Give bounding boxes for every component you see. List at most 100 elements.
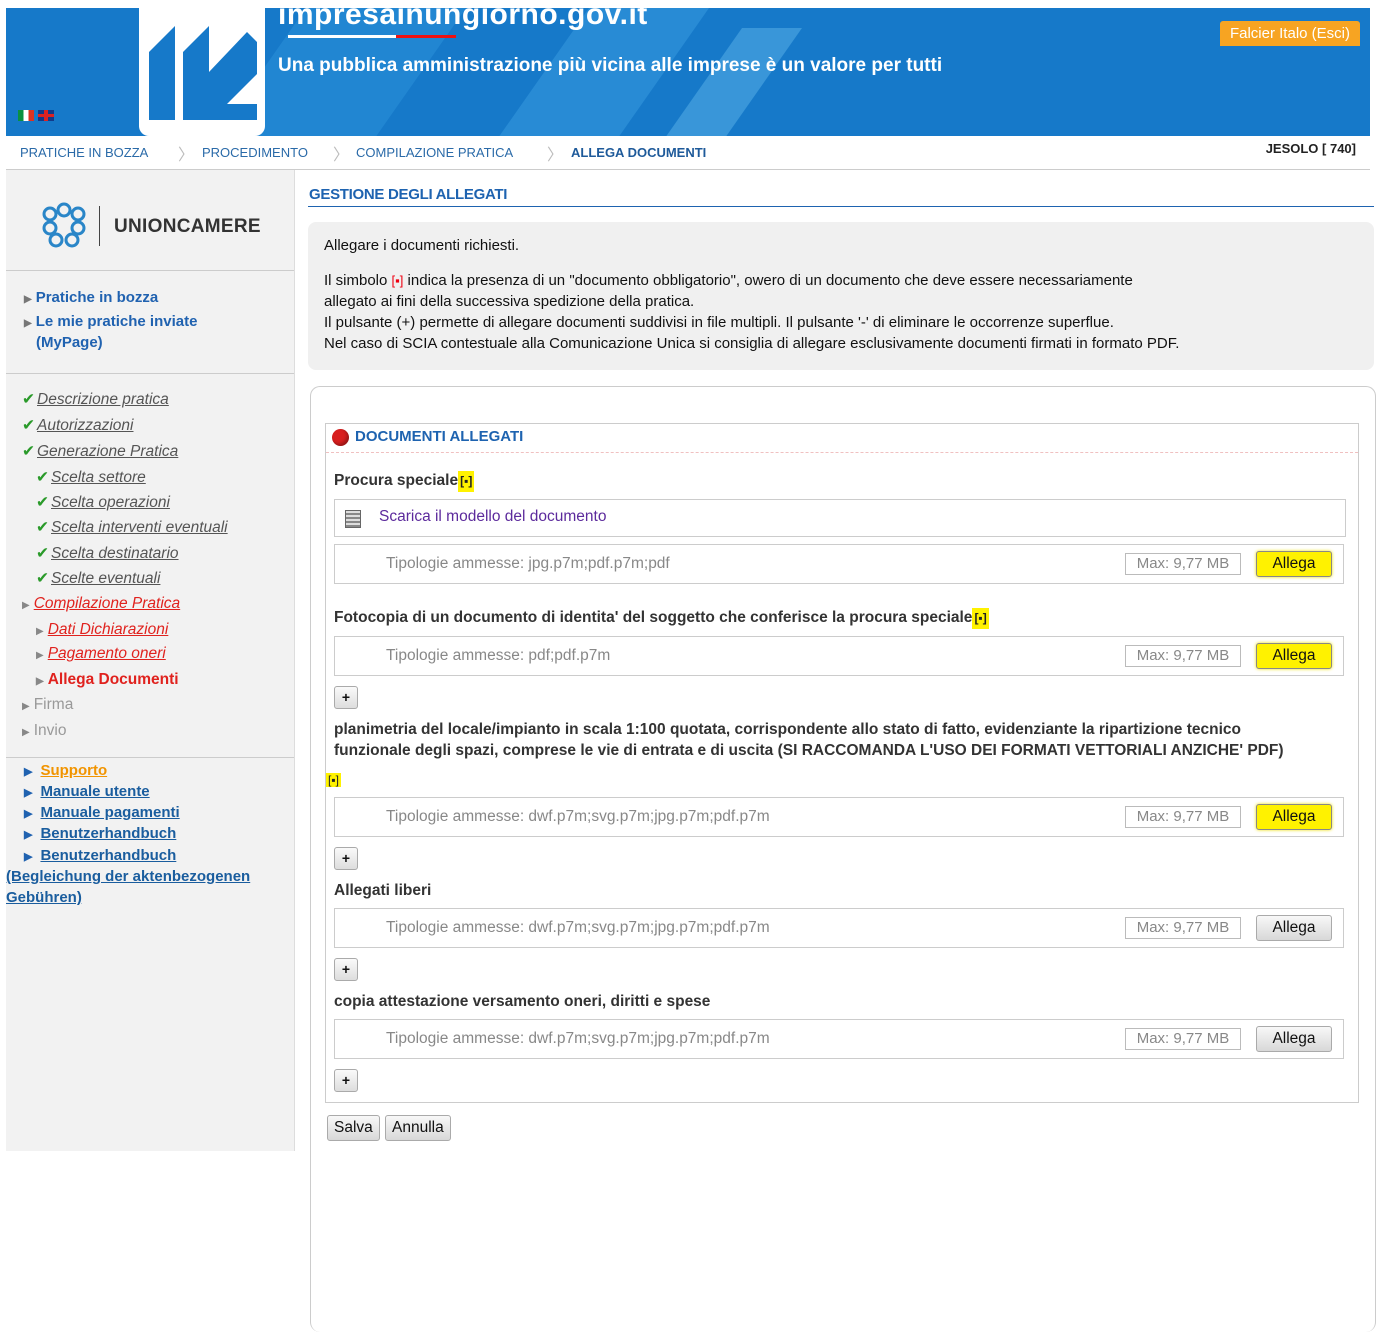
attach-button[interactable]: Allega (1256, 804, 1332, 830)
english-flag-icon[interactable] (38, 110, 54, 121)
attach-button[interactable]: Allega (1256, 1026, 1332, 1052)
required-symbol-icon: [▪] (391, 273, 404, 288)
arrow-right-icon: ▶ (24, 787, 33, 799)
checkmark-icon: ✔ (36, 519, 49, 536)
max-size-field: Max: 9,77 MB (1125, 645, 1241, 667)
arrow-right-icon: ▶ (24, 766, 33, 778)
location-label: JESOLO [ 740] (1265, 141, 1356, 156)
step-scelta-operazioni[interactable]: ✔ Scelta operazioni (36, 493, 170, 512)
required-symbol-icon: [▪] (458, 471, 475, 492)
breadcrumb-allega-documenti: ALLEGA DOCUMENTI (571, 145, 707, 160)
sidebar: UNIONCAMERE ▶ Pratiche in bozza ▶ Le mie p… (6, 170, 295, 1151)
site-header: impresainungiorno.gov.it Una pubblica am… (6, 8, 1370, 136)
link-benutzerhandbuch-gebuehren-line2[interactable]: (Begleichung der aktenbezogenen (6, 866, 250, 887)
add-file-button[interactable]: + (334, 958, 358, 981)
red-dot-icon (332, 429, 349, 446)
site-slogan: Una pubblica amministrazione più vicina … (278, 55, 943, 76)
add-file-button[interactable]: + (334, 847, 358, 870)
arrow-right-icon: ▶ (22, 701, 30, 712)
unioncamere-icon (42, 202, 86, 248)
document-label: Allegati liberi (334, 882, 432, 899)
document-label: copia attestazione versamento oneri, dir… (334, 993, 711, 1010)
unioncamere-label: UNIONCAMERE (114, 216, 261, 237)
step-compilazione-pratica[interactable]: ▶ Compilazione Pratica (22, 595, 180, 613)
add-file-button[interactable]: + (334, 686, 358, 709)
link-benutzerhandbuch[interactable]: ▶ Benutzerhandbuch (24, 823, 176, 846)
add-file-button[interactable]: + (334, 1069, 358, 1092)
link-benutzerhandbuch-gebuehren[interactable]: ▶ Benutzerhandbuch (24, 845, 176, 868)
required-symbol-icon: [▪] (972, 608, 989, 629)
logout-button[interactable]: Falcier Italo (Esci) (1219, 21, 1360, 46)
step-pagamento-oneri[interactable]: ▶ Pagamento oneri (36, 645, 166, 663)
italian-flag-icon[interactable] (18, 110, 34, 121)
info-intro: Allegare i documenti richiesti. (324, 237, 520, 254)
breadcrumb-separator-icon: 〉 (178, 147, 195, 164)
checkmark-icon: ✔ (22, 417, 35, 434)
breadcrumb-pratiche-in-bozza[interactable]: PRATICHE IN BOZZA (20, 145, 148, 160)
allowed-types: Tipologie ammesse: dwf.p7m;svg.p7m;jpg.p… (386, 919, 770, 936)
arrow-right-icon: ▶ (36, 676, 44, 687)
step-scelta-settore[interactable]: ✔ Scelta settore (36, 468, 146, 487)
allowed-types: Tipologie ammesse: pdf;pdf.p7m (386, 647, 611, 664)
max-size-field: Max: 9,77 MB (1125, 553, 1241, 575)
cancel-button[interactable]: Annulla (385, 1115, 451, 1141)
link-benutzerhandbuch-gebuehren-line3[interactable]: Gebühren) (6, 887, 82, 908)
arrow-right-icon: ▶ (36, 650, 44, 661)
page-title: GESTIONE DEGLI ALLEGATI (309, 186, 508, 203)
link-manuale-utente[interactable]: ▶ Manuale utente (24, 781, 150, 804)
file-upload-row: Tipologie ammesse: dwf.p7m;svg.p7m;jpg.p… (334, 908, 1344, 948)
checkmark-icon: ✔ (22, 391, 35, 408)
document-label: Procura speciale [▪] (334, 470, 475, 492)
link-supporto[interactable]: ▶ Supporto (24, 760, 107, 783)
step-dati-dichiarazioni[interactable]: ▶ Dati Dichiarazioni (36, 621, 168, 639)
breadcrumb-separator-icon: 〉 (547, 147, 564, 164)
document-label: Fotocopia di un documento di identita' d… (334, 607, 989, 629)
step-firma: ▶ Firma (22, 696, 74, 713)
document-template-icon (345, 510, 361, 528)
attach-button[interactable]: Allega (1256, 643, 1332, 669)
max-size-field: Max: 9,77 MB (1125, 1028, 1241, 1050)
arrow-right-icon: ▶ (24, 294, 32, 305)
arrow-right-icon: ▶ (24, 808, 33, 820)
checkmark-icon: ✔ (36, 494, 49, 511)
unioncamere-logo: UNIONCAMERE (6, 170, 294, 271)
checkmark-icon: ✔ (36, 545, 49, 562)
allowed-types: Tipologie ammesse: jpg.p7m;pdf.p7m;pdf (386, 555, 670, 572)
checkmark-icon: ✔ (36, 469, 49, 486)
info-text: Il simbolo [▪] indica la presenza di un … (324, 272, 1180, 352)
attachments-panel: DOCUMENTI ALLEGATI Procura speciale [▪] S… (310, 386, 1376, 1332)
arrow-right-icon: ▶ (36, 626, 44, 637)
link-pratiche-inviate[interactable]: ▶ Le mie pratiche inviate (24, 311, 197, 334)
documents-title: DOCUMENTI ALLEGATI (355, 428, 524, 445)
attach-button[interactable]: Allega (1256, 551, 1332, 577)
allowed-types: Tipologie ammesse: dwf.p7m;svg.p7m;jpg.p… (386, 808, 770, 825)
step-scelta-destinatario[interactable]: ✔ Scelta destinatario (36, 544, 179, 563)
site-title: impresainungiorno.gov.it (278, 8, 648, 31)
breadcrumb: PRATICHE IN BOZZA 〉 PROCEDIMENTO 〉 COMPI… (6, 136, 1370, 170)
impresa-logo[interactable] (139, 8, 265, 136)
procedure-steps: ✔ Descrizione pratica ✔ Autorizzazioni ✔ Ge… (6, 374, 294, 758)
link-pratiche-in-bozza[interactable]: ▶ Pratiche in bozza (24, 287, 158, 310)
breadcrumb-compilazione-pratica[interactable]: COMPILAZIONE PRATICA (356, 145, 513, 160)
breadcrumb-procedimento[interactable]: PROCEDIMENTO (202, 145, 308, 160)
file-upload-row: Tipologie ammesse: dwf.p7m;svg.p7m;jpg.p… (334, 1019, 1344, 1059)
file-upload-row: Tipologie ammesse: jpg.p7m;pdf.p7m;pdf M… (334, 544, 1344, 584)
file-upload-row: Tipologie ammesse: pdf;pdf.p7m Max: 9,77… (334, 636, 1344, 676)
link-mypage[interactable]: (MyPage) (36, 332, 103, 353)
attach-button[interactable]: Allega (1256, 915, 1332, 941)
step-allega-documenti: ▶ Allega Documenti (36, 671, 179, 688)
arrow-right-icon: ▶ (24, 829, 33, 841)
arrow-right-icon: ▶ (22, 727, 30, 738)
arrow-right-icon: ▶ (24, 851, 33, 863)
checkmark-icon: ✔ (36, 570, 49, 587)
link-manuale-pagamenti[interactable]: ▶ Manuale pagamenti (24, 802, 180, 825)
step-descrizione-pratica[interactable]: ✔ Descrizione pratica (22, 390, 169, 409)
step-generazione-pratica[interactable]: ✔ Generazione Pratica (22, 442, 178, 461)
save-button[interactable]: Salva (327, 1115, 380, 1141)
step-autorizzazioni[interactable]: ✔ Autorizzazioni (22, 416, 134, 435)
download-template-link[interactable]: Scarica il modello del documento (334, 499, 1346, 537)
document-label: planimetria del locale/impianto in scala… (334, 721, 1284, 759)
step-scelta-interventi[interactable]: ✔ Scelta interventi eventuali (36, 518, 228, 537)
arrow-right-icon: ▶ (22, 600, 30, 611)
step-scelte-eventuali[interactable]: ✔ Scelte eventuali (36, 569, 160, 588)
